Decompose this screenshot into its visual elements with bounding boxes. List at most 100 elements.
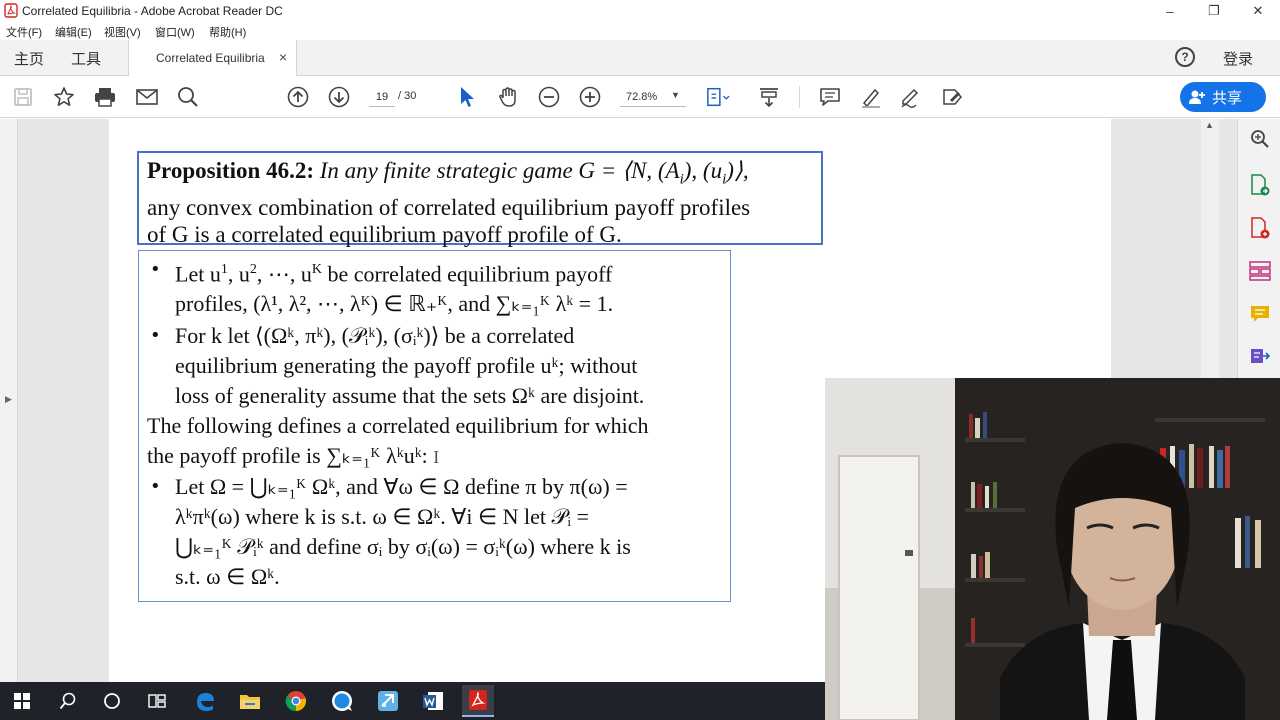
document-tab-label: Correlated Equilibria [156, 51, 265, 65]
print-icon[interactable] [93, 85, 117, 109]
tab-tools[interactable]: 工具 [71, 48, 101, 69]
menu-help[interactable]: 帮助(H) [209, 24, 246, 40]
tools-app-icon[interactable] [372, 685, 404, 717]
toolbar: 19 / 30 72.8% ▼ 共享 [0, 76, 1280, 118]
bullet-2-line-2: equilibrium generating the payoff profil… [175, 353, 638, 379]
edge-browser-icon[interactable] [189, 685, 221, 717]
organize-pages-icon[interactable] [1248, 259, 1272, 283]
share-label: 共享 [1212, 89, 1243, 107]
text-segment: the payoff profile is ∑ₖ₌₁ᴷ λᵏuᵏ: [147, 443, 428, 469]
text-segment: , u [227, 261, 250, 287]
scroll-up-icon[interactable]: ▲ [1205, 120, 1214, 130]
close-tab-icon[interactable]: × [279, 49, 287, 65]
sign-icon[interactable] [900, 85, 924, 109]
login-link[interactable]: 登录 [1223, 48, 1253, 69]
add-user-icon [1189, 90, 1205, 104]
chevron-down-icon: ▼ [671, 90, 680, 100]
tab-document[interactable]: Correlated Equilibria × [128, 40, 297, 76]
proposition-box: Proposition 46.2: In any finite strategi… [137, 151, 823, 247]
proposition-line-1: Proposition 46.2: In any finite strategi… [147, 157, 813, 194]
minimize-button[interactable]: – [1148, 0, 1192, 22]
proposition-line-2: any convex combination of correlated equ… [147, 194, 751, 220]
text-segment: , ⋯, u [256, 261, 312, 287]
text-segment: be correlated equilibrium payoff [321, 261, 613, 287]
tab-home[interactable]: 主页 [14, 48, 44, 69]
highlight-pen-icon[interactable] [859, 85, 883, 109]
windows-taskbar [0, 682, 825, 720]
comment-icon[interactable] [818, 85, 842, 109]
more-tools-icon[interactable] [1248, 344, 1272, 368]
window-title: Correlated Equilibria - Adobe Acrobat Re… [22, 4, 283, 18]
search-icon[interactable] [176, 85, 200, 109]
middle-line-2: the payoff profile is ∑ₖ₌₁ᴷ λᵏuᵏ: I [147, 441, 722, 472]
file-explorer-icon[interactable] [234, 685, 266, 717]
page-total: / 30 [398, 90, 417, 102]
zoom-in-icon[interactable] [578, 85, 602, 109]
zoom-out-icon[interactable] [537, 85, 561, 109]
save-icon[interactable] [11, 85, 35, 109]
text-segment: Let u [175, 261, 221, 287]
restore-button[interactable]: ❐ [1192, 0, 1236, 22]
proposition-text-1: In any finite strategic game G = ⟨N, (A [313, 158, 680, 183]
bullet-2-line-3: loss of generality assume that the sets … [175, 383, 645, 409]
windows-start-icon[interactable] [6, 685, 38, 717]
acrobat-taskbar-icon[interactable] [462, 685, 494, 717]
bookmark-star-icon[interactable] [52, 85, 76, 109]
bullet-2: For k let ⟨(Ωᵏ, πᵏ), (𝒫ᵢᵏ), (σᵢᵏ)⟩ be a … [147, 321, 722, 411]
bullet-2-line-1: For k let ⟨(Ωᵏ, πᵏ), (𝒫ᵢᵏ), (σᵢᵏ)⟩ be a … [175, 323, 575, 349]
zoom-search-icon[interactable] [1248, 127, 1272, 151]
bullet-3: Let Ω = ⋃ₖ₌₁ᴷ Ωᵏ, and ∀ω ∈ Ω define π by… [147, 472, 722, 592]
tab-bar: 主页 工具 Correlated Equilibria × ? 登录 [0, 40, 1280, 76]
fill-sign-icon[interactable] [941, 85, 965, 109]
menu-window[interactable]: 窗口(W) [155, 24, 195, 40]
page-fit-icon[interactable] [706, 85, 730, 109]
page-number-input[interactable]: 19 [369, 87, 395, 107]
title-bar: Correlated Equilibria - Adobe Acrobat Re… [0, 0, 1280, 22]
cortana-icon[interactable] [96, 685, 128, 717]
bullet-1: Let u1, u2, ⋯, uK be correlated equilibr… [147, 255, 722, 319]
create-pdf-icon[interactable] [1248, 216, 1272, 240]
superscript: 1 [220, 262, 228, 277]
bullet-3-line-4: s.t. ω ∈ Ωᵏ. [175, 564, 280, 590]
next-page-icon[interactable] [327, 85, 351, 109]
share-button[interactable]: 共享 [1180, 82, 1266, 112]
toolbar-divider [799, 86, 800, 108]
close-window-button[interactable]: ✕ [1236, 0, 1280, 22]
export-pdf-icon[interactable] [1248, 173, 1272, 197]
taskbar-search-icon[interactable] [52, 685, 84, 717]
bullet-1-line-2: profiles, (λ¹, λ², ⋯, λᴷ) ∈ ℝ₊ᴷ, and ∑ₖ₌… [175, 291, 614, 317]
email-icon[interactable] [135, 85, 159, 109]
expand-panel-icon[interactable]: ▶ [5, 394, 12, 405]
proposition-text-end: )⟩, [726, 158, 749, 183]
chrome-icon[interactable] [280, 685, 312, 717]
webcam-overlay [825, 378, 1280, 720]
proposition-title: Proposition 46.2: [147, 158, 314, 183]
task-view-icon[interactable] [141, 685, 173, 717]
proposition-line-3: of G is a correlated equilibrium payoff … [147, 221, 622, 247]
previous-page-icon[interactable] [286, 85, 310, 109]
comment-tool-icon[interactable] [1248, 302, 1272, 326]
presenter-video-image [825, 378, 1280, 720]
bullet-3-line-1: Let Ω = ⋃ₖ₌₁ᴷ Ωᵏ, and ∀ω ∈ Ω define π by… [175, 474, 628, 500]
menu-view[interactable]: 视图(V) [104, 24, 141, 40]
superscript: K [311, 262, 322, 277]
messenger-app-icon[interactable] [326, 685, 358, 717]
bullet-3-line-3: ⋃ₖ₌₁ᴷ 𝒫ᵢᵏ and define σᵢ by σᵢ(ω) = σᵢᵏ(ω… [175, 534, 631, 560]
scroll-mode-icon[interactable] [757, 85, 781, 109]
select-cursor-icon[interactable] [455, 85, 479, 109]
bullet-1-line-1: Let u1, u2, ⋯, uK be correlated equilibr… [175, 255, 722, 289]
acrobat-app-icon [4, 3, 18, 18]
hand-tool-icon[interactable] [496, 85, 520, 109]
text-cursor-icon: I [433, 447, 440, 468]
menu-file[interactable]: 文件(F) [6, 24, 42, 40]
proof-box: Let u1, u2, ⋯, uK be correlated equilibr… [138, 250, 731, 602]
proposition-text-mid: ), (u [683, 158, 723, 183]
help-icon[interactable]: ? [1175, 47, 1195, 67]
menu-edit[interactable]: 编辑(E) [55, 24, 92, 40]
word-icon[interactable] [417, 685, 449, 717]
left-panel-toggle[interactable]: ▶ [0, 119, 18, 682]
menu-bar: 文件(F) 编辑(E) 视图(V) 窗口(W) 帮助(H) [0, 22, 1280, 40]
bullet-3-line-2: λᵏπᵏ(ω) where k is s.t. ω ∈ Ωᵏ. ∀i ∈ N l… [175, 504, 589, 530]
superscript: 2 [249, 262, 257, 277]
middle-line-1: The following defines a correlated equil… [147, 413, 649, 439]
